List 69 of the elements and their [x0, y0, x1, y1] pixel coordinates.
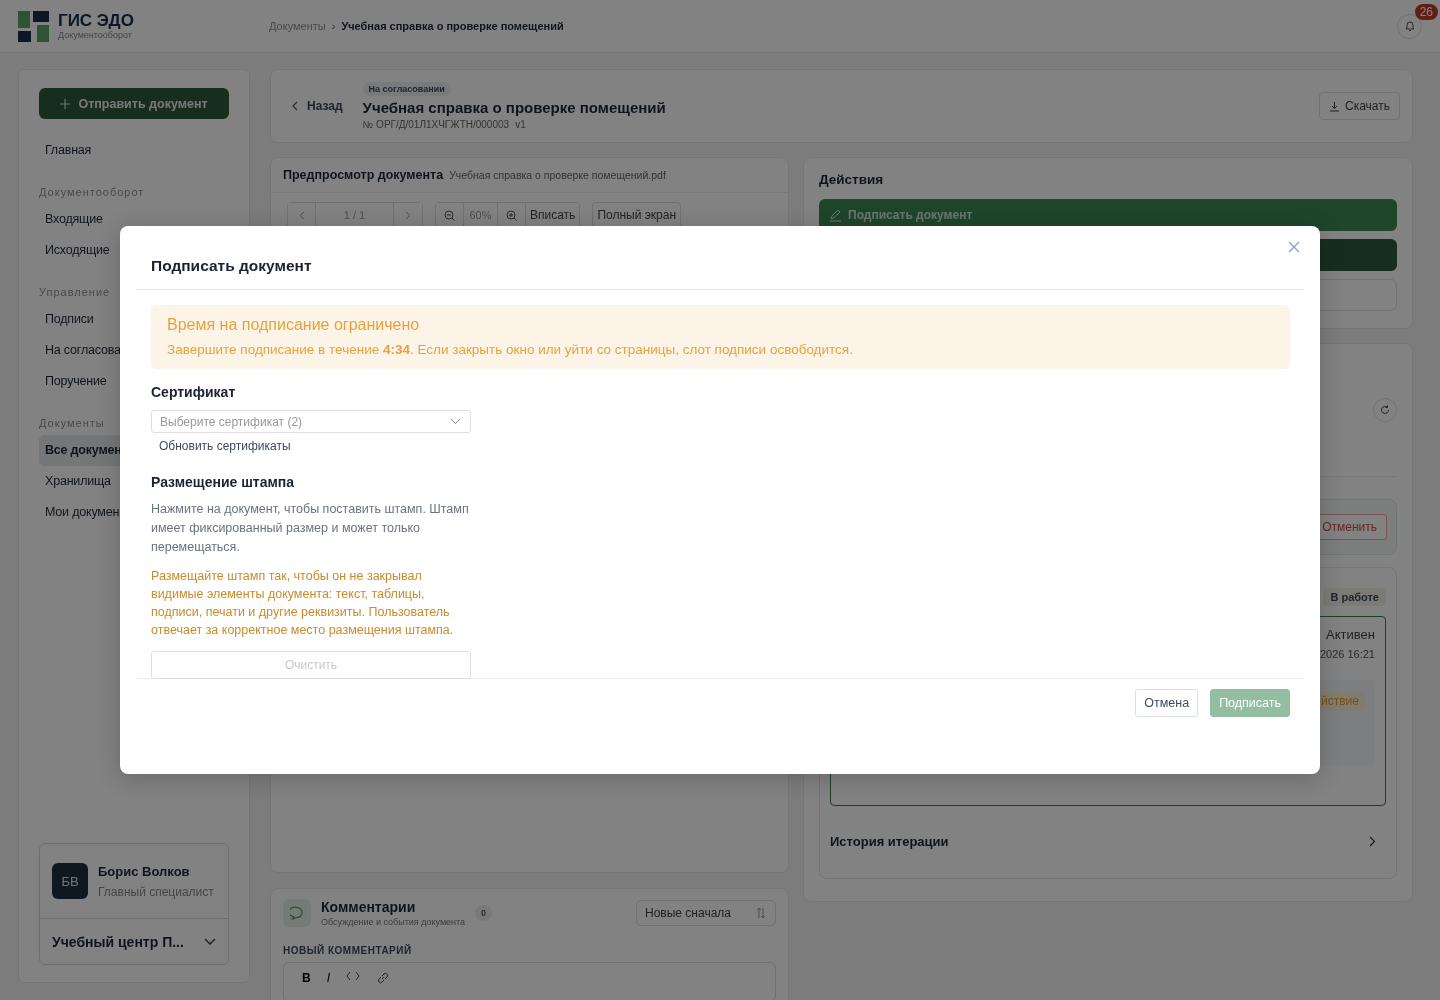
- notification-count: 26: [1414, 4, 1438, 20]
- preview-filename: Учебная справка о проверке помещений.pdf: [449, 169, 666, 181]
- sort-icon: [755, 907, 767, 919]
- zoom-in-icon: [506, 209, 517, 221]
- section-label: Размещение штампа: [151, 474, 295, 490]
- logo-subtitle: Документооборот: [58, 30, 133, 40]
- download-icon: [1329, 100, 1340, 112]
- section-label: Сертификат: [151, 384, 236, 400]
- iteration-history-link[interactable]: История итерации: [830, 834, 949, 849]
- close-button[interactable]: [1288, 241, 1300, 253]
- dialog-title: Подписать документ: [151, 255, 312, 275]
- cancel-button[interactable]: Отмена: [1135, 689, 1199, 717]
- document-title: Учебная справка о проверке помещений: [362, 99, 666, 116]
- bell-icon: [1403, 20, 1416, 32]
- zoom-out-icon: [444, 209, 455, 221]
- back-button[interactable]: Назад: [291, 99, 343, 113]
- code-icon[interactable]: [346, 971, 360, 981]
- send-document-button[interactable]: Отправить документ: [39, 88, 229, 119]
- document-number: № ОРГ/Д/01Л1ХЧГЖТН/000003: [362, 119, 510, 130]
- refresh-icon: [1380, 405, 1390, 415]
- refresh-button[interactable]: [1373, 398, 1397, 422]
- download-button[interactable]: Скачать: [1319, 92, 1400, 120]
- logo-icon: [18, 10, 49, 42]
- user-name: Борис Волков: [98, 863, 191, 879]
- chevron-left-icon: [298, 210, 305, 220]
- certificate-select[interactable]: Выберите сертификат (2): [151, 410, 471, 433]
- chevron-left-icon: [291, 101, 299, 111]
- logo-title: ГИС ЭДО: [58, 12, 134, 30]
- chevron-right-icon: [1369, 836, 1376, 847]
- alert-title: Время на подписание ограничено: [167, 316, 421, 334]
- plus-icon: [60, 98, 71, 109]
- chevron-right-icon: [405, 210, 411, 220]
- actions-title: Действия: [819, 172, 885, 187]
- refresh-certificates-link[interactable]: Обновить сертификаты: [159, 439, 291, 453]
- document-version: v1: [515, 119, 526, 130]
- zoom-out-button[interactable]: [436, 203, 464, 227]
- comments-title: Комментарии: [321, 899, 417, 915]
- format-button[interactable]: B: [302, 971, 311, 985]
- notifications-button[interactable]: [1397, 13, 1422, 39]
- fullscreen-button[interactable]: Полный экран: [592, 202, 682, 228]
- nav-item[interactable]: Главная: [39, 135, 229, 166]
- step-state: Активен: [1326, 627, 1375, 642]
- preview-title: Предпросмотр документа: [283, 168, 444, 182]
- user-role: Главный специалист: [98, 884, 214, 899]
- stamp-warning: Размещайте штамп так, чтобы он не закрывал видимые элементы документа: текст, таблицы, подписи, печати и другие реквизиты. Пользователь отвечает за корректное место размещения штампа.: [151, 568, 455, 639]
- organization-selector[interactable]: Учебный центр П...: [40, 919, 228, 964]
- new-comment-label: НОВЫЙ КОММЕНТАРИЙ: [283, 945, 413, 956]
- chevron-down-icon: [204, 937, 216, 946]
- pen-icon: [829, 208, 842, 222]
- comment-count: 0: [475, 905, 493, 921]
- alert-text: Завершите подписание в течение 4:34. Если закрыть окно или уйти со страницы, слот подписи освободится.: [167, 342, 854, 357]
- link-icon[interactable]: [376, 971, 390, 985]
- breadcrumb-link[interactable]: Учебная справка о проверке помещений: [341, 20, 564, 32]
- stamp-hint: Нажмите на документ, чтобы поставить штамп. Штамп имеет фиксированный размер и может только перемещаться.: [151, 501, 470, 556]
- status-badge: На согласовании: [362, 82, 451, 96]
- nav-section-heading: Документы: [39, 416, 105, 431]
- status-badge: В работе: [1323, 588, 1386, 606]
- format-button[interactable]: I: [326, 971, 330, 985]
- previous-page-button[interactable]: [288, 203, 316, 227]
- sort-dropdown[interactable]: Новые сначала: [636, 900, 776, 926]
- breadcrumb-link[interactable]: Документы: [269, 20, 326, 32]
- chevron-down-icon: [450, 418, 461, 425]
- nav-section-heading: Управление: [39, 285, 111, 300]
- step-date: 2026 16:21: [1319, 648, 1375, 660]
- close-icon: [1288, 241, 1300, 253]
- chat-icon: [283, 899, 311, 927]
- user-avatar: БВ: [52, 863, 88, 899]
- nav-section-heading: Документооборот: [39, 185, 145, 200]
- breadcrumb-separator: ›: [331, 20, 336, 32]
